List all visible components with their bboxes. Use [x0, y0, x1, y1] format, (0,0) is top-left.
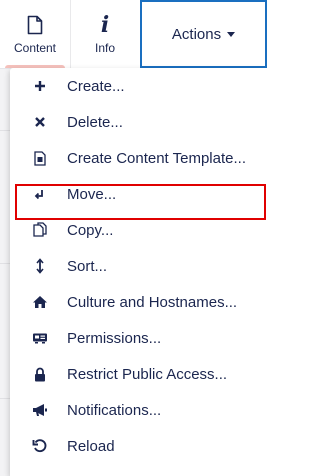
tab-content-label: Content	[13, 40, 57, 55]
actions-menu: Create... Delete... Create Content Templ…	[10, 68, 267, 476]
lock-icon	[28, 362, 52, 386]
menu-item-restrict-public-access[interactable]: Restrict Public Access...	[10, 356, 267, 392]
menu-item-copy[interactable]: Copy...	[10, 212, 267, 248]
caret-down-icon	[227, 31, 236, 37]
app-root: Content i Info Actions Create... Delete.…	[0, 0, 267, 476]
tab-content[interactable]: Content	[0, 0, 71, 68]
menu-item-delete[interactable]: Delete...	[10, 104, 267, 140]
menu-item-label: Restrict Public Access...	[67, 365, 228, 383]
menu-item-label: Copy...	[67, 221, 114, 239]
menu-item-move[interactable]: Move...	[10, 176, 267, 212]
menu-item-create[interactable]: Create...	[10, 68, 267, 104]
tab-info-label: Info	[94, 40, 115, 55]
sort-icon	[28, 254, 52, 278]
menu-item-sort[interactable]: Sort...	[10, 248, 267, 284]
menu-item-notifications[interactable]: Notifications...	[10, 392, 267, 428]
background-divider	[0, 130, 10, 131]
info-icon: i	[100, 11, 110, 38]
background-divider	[0, 263, 10, 264]
menu-item-label: Sort...	[67, 257, 108, 275]
menu-item-label: Create...	[67, 77, 125, 95]
menu-item-label: Create Content Template...	[67, 149, 246, 167]
megaphone-icon	[28, 398, 52, 422]
menu-item-reload[interactable]: Reload	[10, 428, 267, 464]
document-icon	[27, 14, 43, 36]
menu-item-label: Culture and Hostnames...	[67, 293, 238, 311]
menu-item-label: Reload	[67, 437, 115, 455]
move-icon	[28, 182, 52, 206]
menu-item-culture-hostnames[interactable]: Culture and Hostnames...	[10, 284, 267, 320]
menu-item-permissions[interactable]: Permissions...	[10, 320, 267, 356]
tab-info[interactable]: i Info	[70, 0, 141, 68]
menu-item-label: Permissions...	[67, 329, 162, 347]
template-icon	[28, 146, 52, 170]
reload-icon	[28, 434, 52, 458]
menu-item-create-content-template[interactable]: Create Content Template...	[10, 140, 267, 176]
home-icon	[28, 290, 52, 314]
x-icon	[28, 110, 52, 134]
menu-item-label: Move...	[67, 185, 117, 203]
menu-item-label: Notifications...	[67, 401, 162, 419]
plus-icon	[28, 74, 52, 98]
actions-label: Actions	[171, 25, 222, 43]
background-divider	[0, 398, 10, 399]
menu-item-label: Delete...	[67, 113, 123, 131]
editor-header: Content i Info Actions	[0, 0, 267, 69]
actions-dropdown-button[interactable]: Actions	[140, 0, 267, 68]
permissions-icon	[28, 326, 52, 350]
copy-icon	[28, 218, 52, 242]
